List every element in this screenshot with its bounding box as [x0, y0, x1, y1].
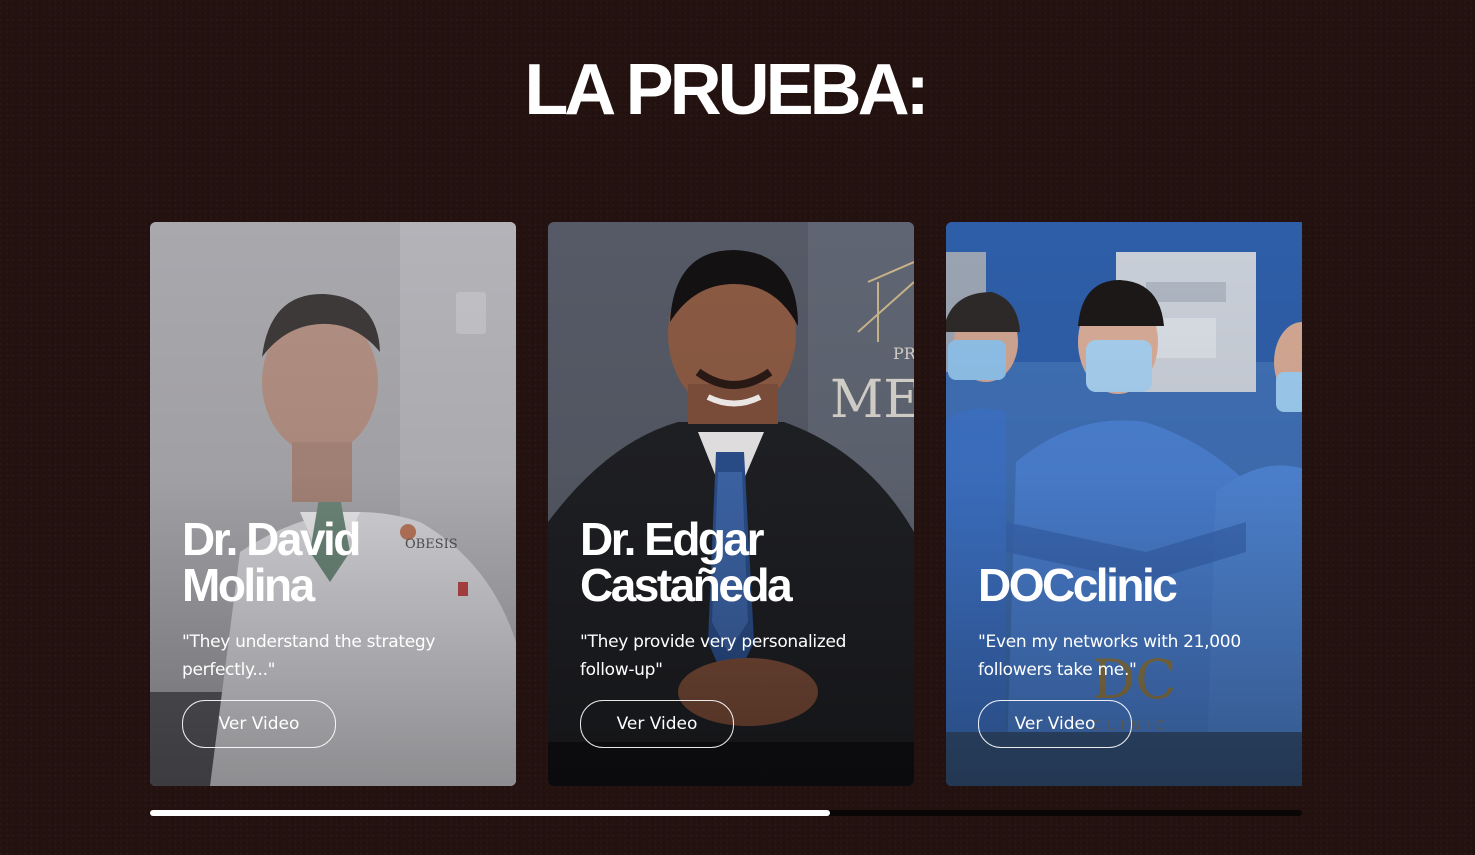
carousel-scrollbar-thumb[interactable] — [150, 810, 830, 816]
testimonial-name: Dr. Edgar Castañeda — [580, 513, 793, 611]
testimonial-card-david-molina[interactable]: OBESIS Dr. David Molina "They understand… — [150, 222, 516, 786]
watch-video-button[interactable]: Ver Video — [978, 700, 1132, 748]
testimonial-quote: "They understand the strategy perfectly.… — [182, 632, 436, 680]
testimonial-card-edgar-castaneda[interactable]: ME PR Dr. Edgar Castañeda "They provide … — [548, 222, 914, 786]
testimonial-name: Dr. David Molina — [182, 513, 361, 611]
testimonial-quote: "They provide very personalized follow-u… — [580, 632, 847, 680]
testimonial-name: DOCclinic — [978, 559, 1178, 611]
testimonial-quote: "Even my networks with 21,000 followers … — [978, 632, 1241, 680]
watch-video-button[interactable]: Ver Video — [182, 700, 336, 748]
carousel-scrollbar[interactable] — [150, 810, 1302, 816]
testimonial-card-docclinic[interactable]: DC CLINIC DOCclinic "Even my networks wi… — [946, 222, 1302, 786]
testimonial-carousel[interactable]: OBESIS Dr. David Molina "They understand… — [150, 222, 1302, 786]
watch-video-button[interactable]: Ver Video — [580, 700, 734, 748]
section-title: LA PRUEBA: — [524, 50, 929, 130]
